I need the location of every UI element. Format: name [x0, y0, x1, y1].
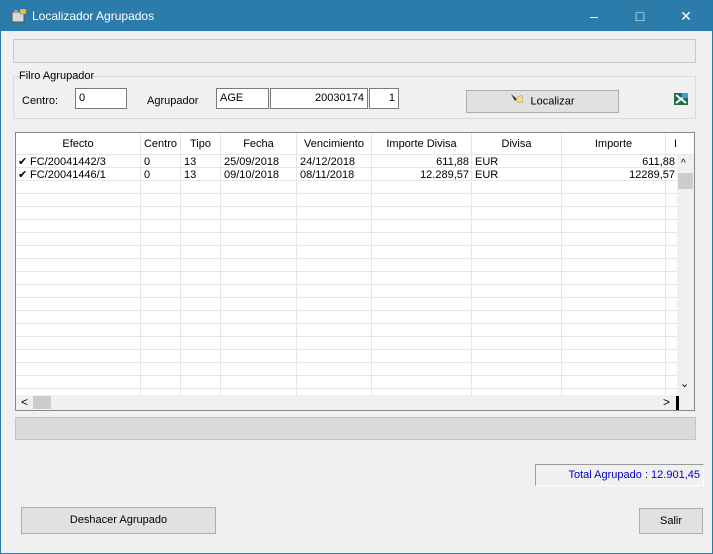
agrupador-label: Agrupador — [147, 95, 199, 107]
cell-fecha: 09/10/2018 — [224, 169, 280, 181]
close-button[interactable]: ✕ — [663, 1, 709, 31]
cell-vencimiento: 24/12/2018 — [300, 156, 356, 168]
flashlight-icon — [510, 91, 524, 112]
col-header-fecha[interactable]: Fecha — [221, 133, 297, 155]
col-divider — [296, 155, 297, 395]
scroll-up-icon[interactable]: ^ — [681, 158, 686, 169]
centro-label: Centro: — [22, 95, 59, 107]
agrupador-number-input[interactable]: 20030174 — [270, 88, 368, 109]
total-agrupado: Total Agrupado : 12.901,45 — [535, 464, 704, 486]
cell-importe-divisa: 12.289,57 — [420, 169, 469, 181]
minimize-button[interactable]: – — [571, 1, 617, 31]
window-title: Localizador Agrupados — [32, 9, 155, 23]
col-header-vencimiento[interactable]: Vencimiento — [297, 133, 372, 155]
filter-group-label: Filro Agrupador — [19, 70, 95, 82]
agrupador-code-input[interactable]: AGE — [216, 88, 269, 109]
localizar-label: Localizar — [530, 95, 575, 108]
cell-efecto: FC/20041446/1 — [30, 169, 106, 181]
grid-body — [16, 155, 678, 395]
cell-vencimiento: 08/11/2018 — [300, 169, 355, 181]
col-divider — [561, 155, 562, 395]
scroll-right-icon[interactable]: > — [663, 395, 670, 410]
col-divider — [371, 155, 372, 395]
cell-tipo: 13 — [184, 156, 197, 168]
scroll-left-icon[interactable]: < — [21, 395, 28, 410]
table-row[interactable]: ✔ FC/20041446/1 0 13 09/10/2018 08/11/20… — [16, 169, 678, 182]
table-row[interactable]: ✔ FC/20041442/3 0 13 25/09/2018 24/12/20… — [16, 156, 678, 169]
cell-fecha: 25/09/2018 — [224, 156, 280, 168]
cell-importe: 12289,57 — [629, 169, 675, 181]
cell-tipo: 13 — [184, 169, 197, 181]
col-divider — [220, 155, 221, 395]
app-window-icon — [11, 8, 27, 23]
col-header-efecto[interactable]: Efecto — [16, 133, 141, 155]
results-grid[interactable]: Efecto Centro Tipo Fecha Vencimiento Imp… — [15, 132, 695, 411]
cell-efecto: FC/20041442/3 — [30, 156, 106, 168]
col-header-importe-divisa[interactable]: Importe Divisa — [372, 133, 472, 155]
salir-button[interactable]: Salir — [639, 508, 703, 534]
title-bar: Localizador Agrupados – □ ✕ — [1, 1, 712, 31]
agrupador-seq-input[interactable]: 1 — [369, 88, 399, 109]
col-header-partial[interactable]: I — [666, 133, 694, 155]
horizontal-scroll-thumb[interactable] — [33, 396, 51, 409]
col-divider — [471, 155, 472, 395]
col-header-divisa[interactable]: Divisa — [472, 133, 562, 155]
col-header-tipo[interactable]: Tipo — [181, 133, 221, 155]
col-header-importe[interactable]: Importe — [562, 133, 666, 155]
cell-importe-divisa: 611,88 — [436, 156, 469, 168]
excel-export-icon[interactable] — [673, 92, 689, 106]
scroll-corner — [676, 396, 679, 410]
localizador-window: Localizador Agrupados – □ ✕ Filro Agrupa… — [0, 0, 713, 554]
cell-importe: 611,88 — [642, 156, 675, 168]
status-bar — [15, 417, 696, 440]
vertical-scroll-thumb[interactable] — [678, 173, 693, 189]
scroll-down-icon[interactable]: ⌄ — [680, 377, 689, 390]
localizar-button[interactable]: Localizar — [466, 90, 619, 113]
cell-divisa: EUR — [475, 169, 499, 181]
horizontal-scrollbar[interactable]: < > — [16, 395, 694, 410]
top-strip — [13, 39, 696, 63]
col-divider — [140, 155, 141, 395]
col-divider — [665, 155, 666, 395]
cell-centro: 0 — [144, 169, 151, 181]
cell-divisa: EUR — [475, 156, 499, 168]
cell-centro: 0 — [144, 156, 151, 168]
vertical-scrollbar[interactable]: ^ ⌄ — [677, 155, 694, 395]
deshacer-agrupado-button[interactable]: Deshacer Agrupado — [21, 507, 216, 534]
col-header-centro[interactable]: Centro — [141, 133, 181, 155]
centro-input[interactable]: 0 — [75, 88, 127, 109]
col-divider — [180, 155, 181, 395]
maximize-button[interactable]: □ — [617, 1, 663, 31]
